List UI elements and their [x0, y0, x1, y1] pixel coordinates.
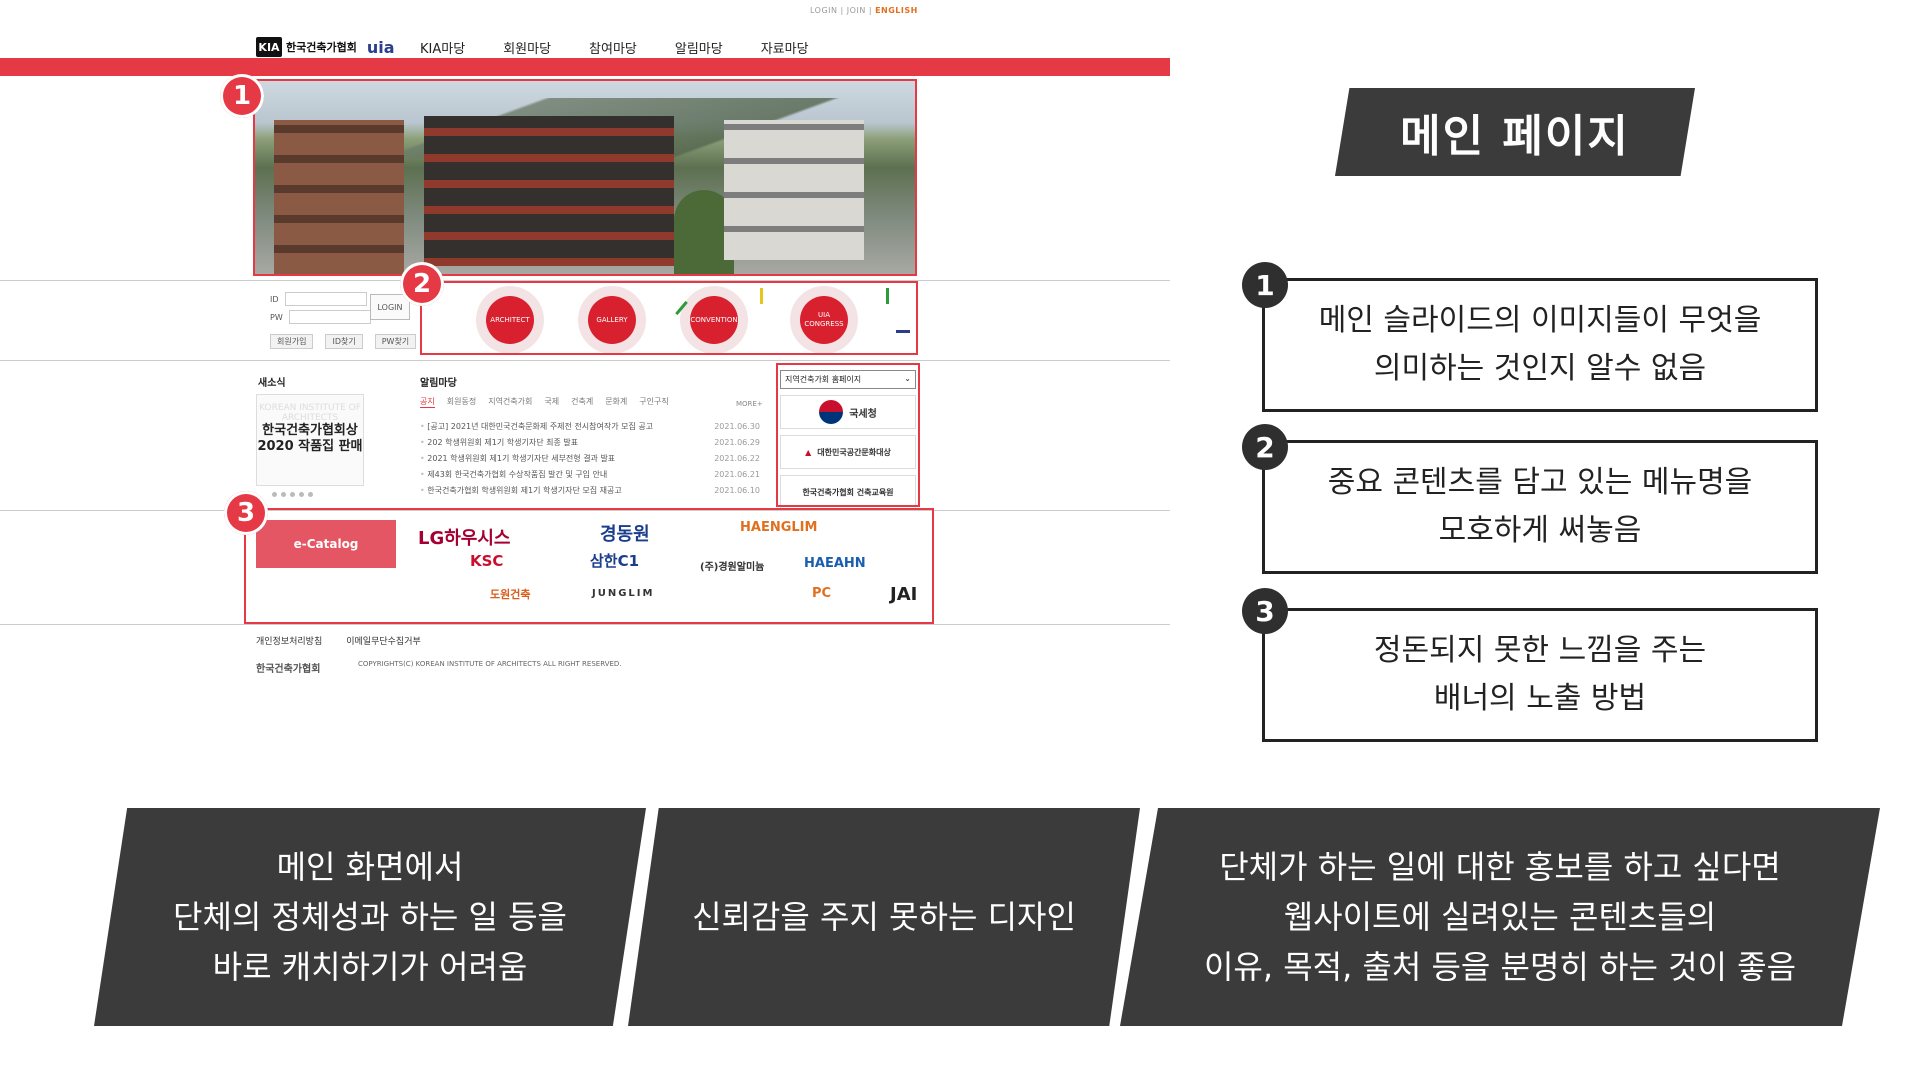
marker-1: 1	[220, 74, 264, 118]
list-item[interactable]: [공고] 2021년 대한민국건축문화제 주제전 전시참여작가 모집 공고202…	[420, 418, 760, 434]
marker-2: 2	[400, 262, 444, 306]
kia-logo-icon: KIA	[256, 37, 282, 57]
news-heading: 새소식	[258, 378, 286, 389]
logo-text: 한국건축가협회	[286, 41, 357, 54]
list-item[interactable]: 제43회 한국건축가협회 수상작품집 발간 및 구입 안내2021.06.21	[420, 466, 760, 482]
tab-member-news[interactable]: 회원동정	[447, 396, 476, 408]
tab-regional[interactable]: 지역건축가회	[488, 396, 532, 408]
note-number-2: 2	[1242, 424, 1288, 470]
note-2: 중요 콘텐츠를 담고 있는 메뉴명을 모호하게 써놓음	[1262, 440, 1818, 574]
footer-copyright: COPYRIGHTS(C) KOREAN INSTITUTE OF ARCHIT…	[358, 660, 622, 668]
site-logo[interactable]: KIA 한국건축가협회 uia	[256, 36, 395, 58]
news-thumbnail[interactable]: KOREAN INSTITUTE OF ARCHITECTS 한국건축가협회상 …	[256, 394, 364, 486]
nav-item-member[interactable]: 회원마당	[503, 38, 551, 57]
id-field[interactable]	[284, 292, 367, 306]
tab-culture[interactable]: 문화계	[605, 396, 627, 408]
website-screenshot: LOGIN | JOIN | ENGLISH KIA 한국건축가협회 uia K…	[0, 0, 1170, 700]
list-item[interactable]: 한국건축가협회 학생위원회 제1기 학생기자단 모집 재공고2021.06.10	[420, 482, 760, 498]
nav-item-notice[interactable]: 알림마당	[675, 38, 723, 57]
find-id-button[interactable]: ID찾기	[325, 334, 363, 349]
marker-3: 3	[224, 491, 268, 535]
page-title: 메인 페이지	[1335, 88, 1695, 176]
main-nav: KIA마당 회원마당 참여마당 알림마당 자료마당	[420, 38, 809, 57]
note-1: 메인 슬라이드의 이미지들이 무엇을 의미하는 것인지 알수 없음	[1262, 278, 1818, 412]
footer-logo: 한국건축가협회	[256, 664, 321, 675]
login-box: ID PW LOGIN 회원가입 ID찾기 PW찾기	[270, 292, 417, 349]
pw-field[interactable]	[288, 310, 371, 324]
highlight-box-3b	[776, 363, 920, 507]
note-number-3: 3	[1242, 588, 1288, 634]
note-3: 정돈되지 못한 느낌을 주는 배너의 노출 방법	[1262, 608, 1818, 742]
list-item[interactable]: 2021 학생위원회 제1기 학생기자단 세부전형 결과 발표2021.06.2…	[420, 450, 760, 466]
login-link[interactable]: LOGIN	[810, 6, 838, 15]
highlight-box-3	[244, 508, 934, 624]
highlight-box-1	[253, 79, 917, 276]
header-red-bar	[0, 58, 1170, 76]
more-link[interactable]: MORE+	[736, 400, 763, 408]
tab-notice[interactable]: 공지	[420, 396, 435, 408]
notice-tabs: 공지 회원동정 지역건축가회 국제 건축계 문화계 구인구직	[420, 396, 669, 408]
tab-international[interactable]: 국제	[544, 396, 559, 408]
notice-heading: 알림마당	[420, 378, 457, 389]
nav-item-participate[interactable]: 참여마당	[589, 38, 637, 57]
list-item[interactable]: 202 학생위원회 제1기 학생기자단 최종 발표2021.06.29	[420, 434, 760, 450]
uia-logo: uia	[366, 37, 395, 57]
email-policy-link[interactable]: 이메일무단수집거부	[346, 634, 421, 647]
notice-list: [공고] 2021년 대한민국건축문화제 주제전 전시참여작가 모집 공고202…	[420, 418, 760, 498]
tab-architecture[interactable]: 건축계	[571, 396, 593, 408]
nav-item-kia[interactable]: KIA마당	[420, 38, 465, 57]
join-button[interactable]: 회원가입	[270, 334, 314, 349]
join-link[interactable]: JOIN	[847, 6, 866, 15]
nav-item-archive[interactable]: 자료마당	[761, 38, 809, 57]
highlight-box-2	[420, 281, 918, 355]
note-number-1: 1	[1242, 262, 1288, 308]
privacy-link[interactable]: 개인정보처리방침	[256, 634, 322, 647]
tab-jobs[interactable]: 구인구직	[639, 396, 668, 408]
top-links: LOGIN | JOIN | ENGLISH	[810, 6, 918, 15]
find-pw-button[interactable]: PW찾기	[374, 334, 417, 349]
news-pager[interactable]	[272, 492, 313, 497]
summary-3: 단체가 하는 일에 대한 홍보를 하고 싶다면 웹사이트에 실려있는 콘텐츠들의 이…	[1120, 808, 1880, 1026]
summary-2: 신뢰감을 주지 못하는 디자인	[628, 808, 1140, 1026]
english-link[interactable]: ENGLISH	[875, 6, 918, 15]
footer-links: 개인정보처리방침 이메일무단수집거부	[256, 634, 421, 647]
summary-1: 메인 화면에서 단체의 정체성과 하는 일 등을 바로 캐치하기가 어려움	[94, 808, 646, 1026]
